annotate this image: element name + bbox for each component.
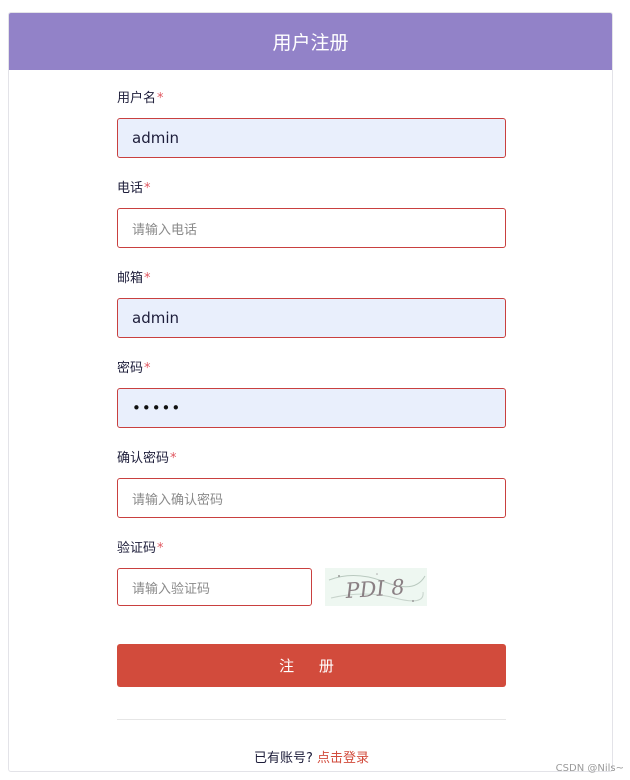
- captcha-row: 请输入验证码 PDI 8: [117, 568, 506, 606]
- watermark: CSDN @Nils~: [555, 763, 624, 774]
- email-value: admin: [132, 309, 179, 327]
- captcha-image[interactable]: PDI 8: [325, 568, 427, 606]
- register-card: 用户注册 用户名* admin 电话* 请输入电话 邮箱* admin 密码* …: [8, 12, 613, 772]
- login-link[interactable]: 点击登录: [317, 751, 369, 766]
- register-button[interactable]: 注 册: [117, 644, 506, 687]
- required-mark: *: [144, 181, 151, 196]
- phone-input[interactable]: 请输入电话: [117, 208, 506, 248]
- password-masked-value: •••••: [132, 399, 182, 417]
- username-input[interactable]: admin: [117, 118, 506, 158]
- phone-placeholder: 请输入电话: [132, 222, 198, 238]
- captcha-input[interactable]: 请输入验证码: [117, 568, 312, 606]
- register-form: 用户名* admin 电话* 请输入电话 邮箱* admin 密码* •••••…: [117, 70, 506, 766]
- email-input[interactable]: admin: [117, 298, 506, 338]
- required-mark: *: [170, 451, 177, 466]
- username-label: 用户名*: [117, 91, 164, 106]
- confirm-password-label: 确认密码*: [117, 451, 177, 466]
- required-mark: *: [144, 271, 151, 286]
- required-mark: *: [157, 541, 164, 556]
- required-mark: *: [157, 91, 164, 106]
- phone-label: 电话*: [117, 181, 151, 196]
- card-header: 用户注册: [9, 13, 612, 70]
- confirm-password-input[interactable]: 请输入确认密码: [117, 478, 506, 518]
- required-mark: *: [144, 361, 151, 376]
- password-label: 密码*: [117, 361, 151, 376]
- captcha-label: 验证码*: [117, 541, 164, 556]
- password-input[interactable]: •••••: [117, 388, 506, 428]
- divider: [117, 719, 506, 720]
- captcha-placeholder: 请输入验证码: [132, 581, 211, 597]
- login-prompt: 已有账号? 点击登录: [253, 751, 370, 766]
- email-label: 邮箱*: [117, 271, 151, 286]
- username-value: admin: [132, 129, 179, 147]
- captcha-graphic: PDI 8: [325, 568, 427, 606]
- captcha-text: PDI 8: [344, 575, 406, 603]
- confirm-password-placeholder: 请输入确认密码: [132, 492, 224, 508]
- page-title: 用户注册: [272, 32, 349, 54]
